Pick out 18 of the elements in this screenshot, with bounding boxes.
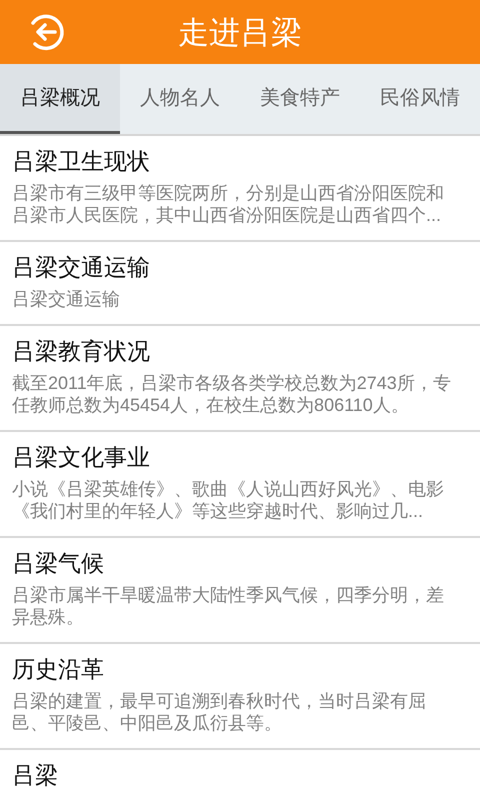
article-summary: 截至2011年底，吕梁市各级各类学校总数为2743所，专任教师总数为45454人，在校生总数为806110人。 xyxy=(12,372,452,416)
article-summary: 吕梁市有三级甲等医院两所，分别是山西省汾阳医院和吕梁市人民医院，其中山西省汾阳医院是山西省四个... xyxy=(12,182,445,226)
category-tab[interactable]: 人物名人 xyxy=(120,64,240,134)
article-title: 吕梁 xyxy=(12,761,59,790)
article-title: 历史沿革 xyxy=(12,655,105,684)
article-title: 吕梁教育状况 xyxy=(12,337,151,366)
article-summary: 吕梁的建置，最早可追溯到春秋时代，当时吕梁有屈邑、平陵邑、中阳邑及瓜衍县等。 xyxy=(12,690,427,734)
screen-title: 走进吕梁 xyxy=(177,16,303,48)
article-title: 吕梁卫生现状 xyxy=(12,147,151,176)
article-summary: 吕梁交通运输 xyxy=(12,288,121,310)
article-title: 吕梁气候 xyxy=(12,549,105,578)
category-tab[interactable]: 美食特产 xyxy=(240,64,360,134)
category-tab[interactable]: 吕梁概况 xyxy=(0,64,120,134)
article-title: 吕梁交通运输 xyxy=(12,253,151,282)
article-summary: 小说《吕梁英雄传》、歌曲《人说山西好风光》、电影《我们村里的年轻人》等这些穿越时代、影响过几... xyxy=(12,478,445,522)
article-summary: 吕梁市属半干旱暖温带大陆性季风气候，四季分明，差异悬殊。 xyxy=(12,584,445,628)
category-tab[interactable]: 民俗风情 xyxy=(360,64,480,134)
article-title: 吕梁文化事业 xyxy=(12,443,151,472)
